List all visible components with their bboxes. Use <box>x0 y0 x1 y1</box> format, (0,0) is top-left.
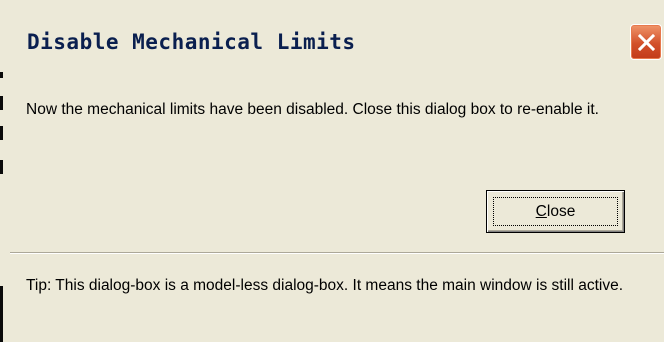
close-button-label: Close <box>487 203 624 221</box>
close-button-mnemonic: C <box>535 203 547 220</box>
close-button[interactable]: Close <box>486 190 625 233</box>
window-edge-mark <box>0 126 3 140</box>
separator-line <box>10 252 664 254</box>
title-close-button[interactable] <box>630 24 662 60</box>
title-bar[interactable]: Disable Mechanical Limits <box>0 0 664 72</box>
dialog-window: Disable Mechanical Limits Now the mechan… <box>0 0 664 342</box>
close-button-label-rest: lose <box>546 203 576 220</box>
window-edge-mark <box>0 160 3 174</box>
close-icon <box>638 34 655 51</box>
message-text: Now the mechanical limits have been disa… <box>26 101 599 118</box>
tip-text: Tip: This dialog-box is a model-less dia… <box>26 277 624 294</box>
window-edge-mark <box>0 286 3 342</box>
window-title: Disable Mechanical Limits <box>27 30 356 54</box>
window-edge-mark <box>0 96 3 110</box>
